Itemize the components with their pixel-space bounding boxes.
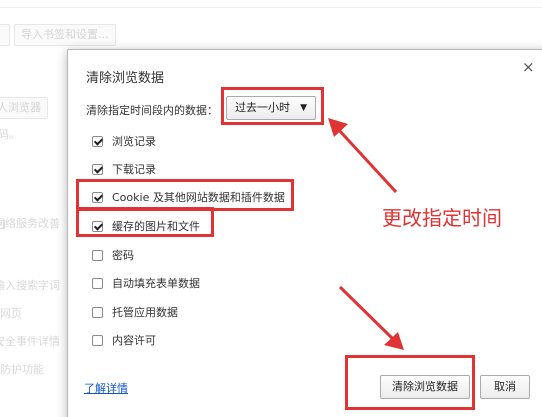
highlight-time-range: [221, 87, 324, 125]
annotation-text: 更改指定时间: [382, 206, 502, 230]
checkbox-icon[interactable]: [92, 249, 103, 261]
option-label: 托管应用数据: [112, 306, 178, 319]
option-autofill[interactable]: 自动填充表单数据: [92, 274, 200, 292]
highlight-cache-option: [76, 207, 214, 237]
option-browsing-history[interactable]: 浏览记录: [92, 132, 156, 150]
checkbox-icon[interactable]: [92, 306, 103, 318]
option-passwords[interactable]: 密码: [92, 246, 134, 264]
checkbox-icon[interactable]: [92, 135, 103, 147]
option-content-licenses[interactable]: 内容许可: [92, 331, 156, 349]
checkbox-icon[interactable]: [92, 163, 103, 175]
option-label: 浏览记录: [112, 135, 156, 148]
cancel-button[interactable]: 取消: [480, 375, 530, 399]
option-label: 内容许可: [112, 334, 156, 347]
option-hosted-app-data[interactable]: 托管应用数据: [92, 303, 178, 321]
checkbox-icon[interactable]: [92, 277, 103, 289]
dialog-title: 清除浏览数据: [86, 71, 165, 86]
time-range-label: 清除指定时间段内的数据：: [86, 104, 218, 117]
highlight-clear-button: [345, 355, 475, 410]
option-label: 自动填充表单数据: [112, 277, 200, 290]
close-icon[interactable]: ×: [522, 58, 535, 76]
learn-more-link[interactable]: 了解详情: [84, 380, 128, 396]
option-label: 密码: [112, 249, 134, 262]
option-download-history[interactable]: 下载记录: [92, 160, 156, 178]
option-label: 下载记录: [112, 163, 156, 176]
checkbox-icon[interactable]: [92, 334, 103, 346]
